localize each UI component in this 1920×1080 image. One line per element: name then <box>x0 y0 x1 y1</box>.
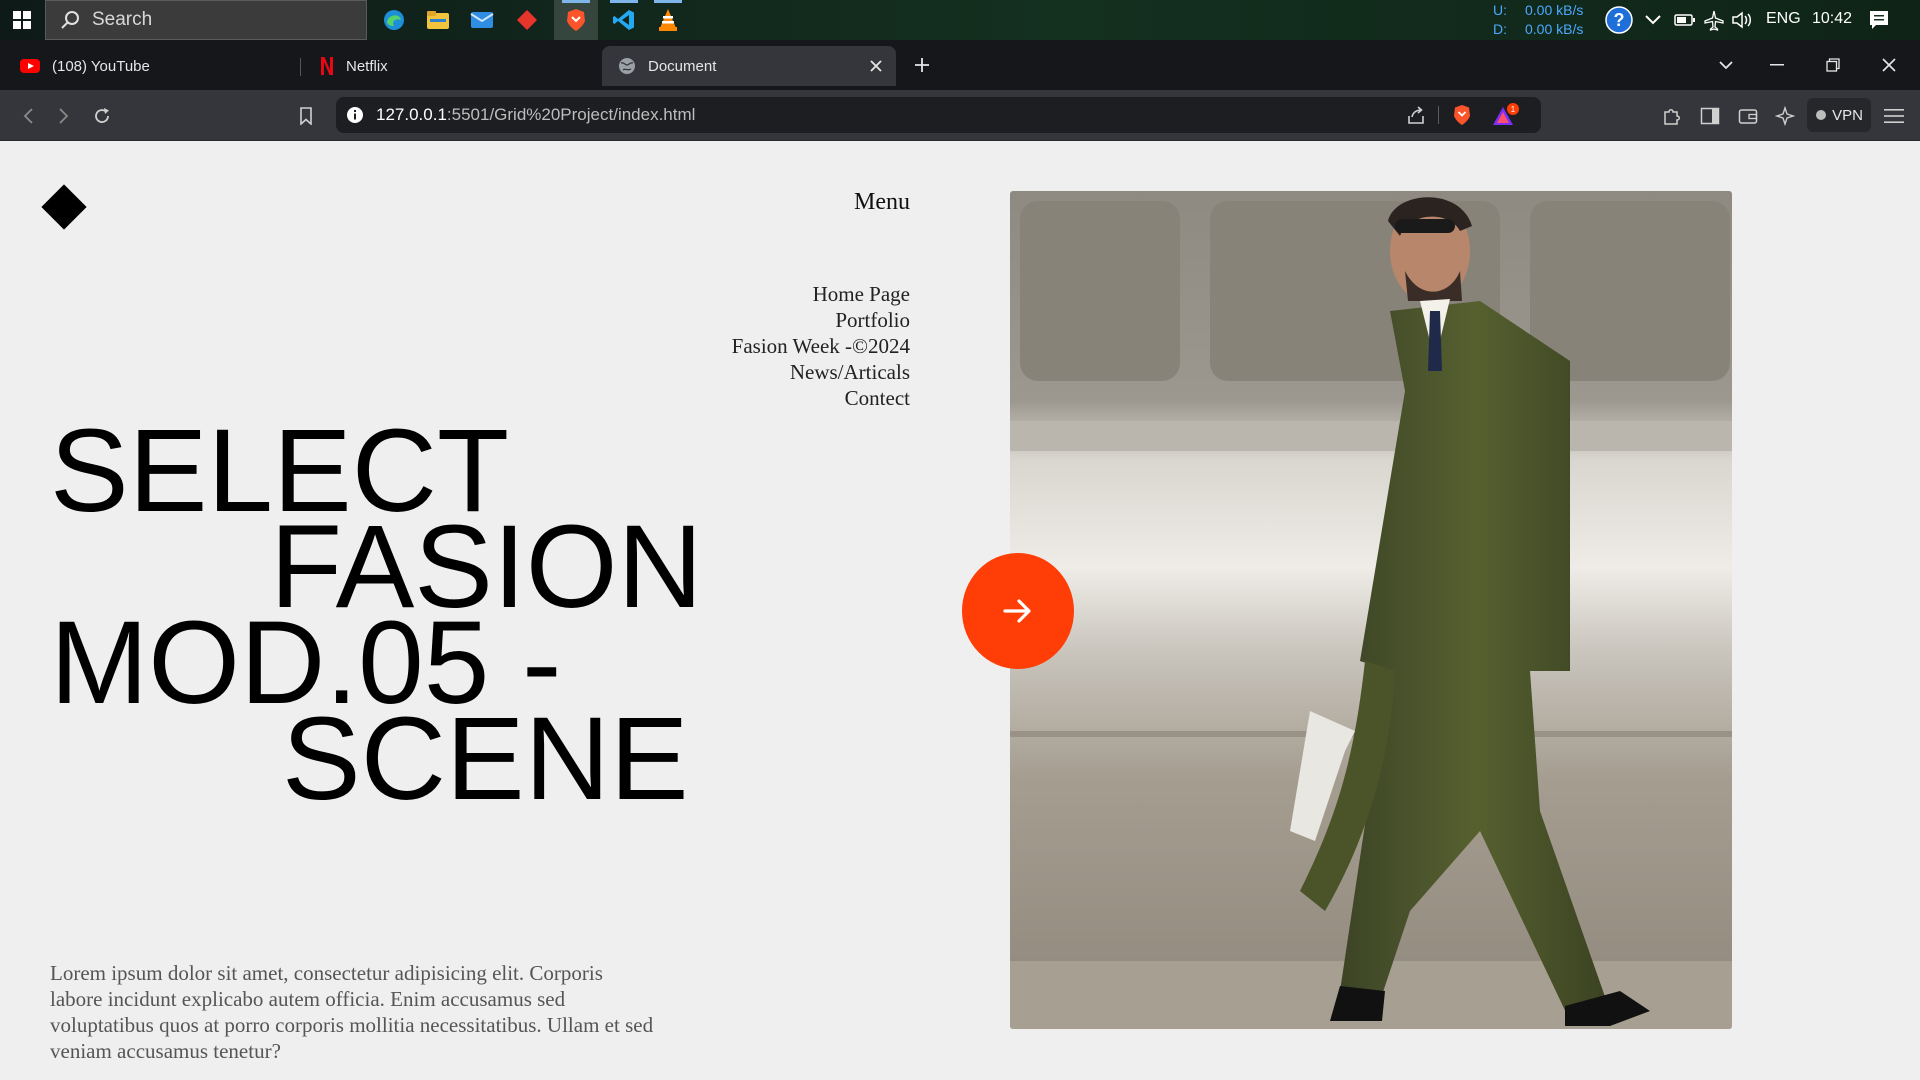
red-diamond-app-icon[interactable] <box>505 0 549 40</box>
volume-icon[interactable] <box>1731 0 1755 40</box>
notifications-icon[interactable] <box>1868 0 1890 40</box>
edge-icon[interactable] <box>372 0 416 40</box>
new-tab-button[interactable] <box>907 50 937 80</box>
sidebar-button[interactable] <box>1694 100 1726 132</box>
browser-tab-strip: (108) YouTube Netflix Document <box>0 40 1920 90</box>
language-indicator[interactable]: ENG <box>1766 10 1801 28</box>
share-icon[interactable] <box>1406 105 1426 125</box>
hero-headline: SELECT FASION MOD.05 - SCENE <box>50 412 750 825</box>
help-icon[interactable]: ? <box>1604 0 1634 40</box>
leo-ai-button[interactable] <box>1769 100 1801 132</box>
sidebar-icon <box>1700 107 1720 125</box>
nav-item-fashion-week[interactable]: Fasion Week -©2024 <box>600 333 910 359</box>
minimize-button[interactable] <box>1762 50 1792 80</box>
close-icon[interactable] <box>870 60 882 72</box>
arrow-left-icon <box>23 108 33 124</box>
url-path: :5501/Grid%20Project/index.html <box>446 105 696 124</box>
reload-icon <box>95 108 109 123</box>
browser-toolbar: 127.0.0.1:5501/Grid%20Project/index.html… <box>0 90 1920 141</box>
download-label: D: <box>1493 21 1507 37</box>
chevron-up-tray-icon[interactable] <box>1644 0 1662 40</box>
nav-item-news[interactable]: News/Articals <box>600 359 910 385</box>
running-indicator <box>610 0 638 3</box>
vlc-icon[interactable] <box>646 0 690 40</box>
upload-label: U: <box>1493 2 1507 18</box>
sparkle-icon <box>1775 106 1795 126</box>
vpn-button[interactable]: VPN <box>1807 98 1871 132</box>
restore-icon <box>1826 58 1840 72</box>
puzzle-icon <box>1664 109 1680 125</box>
tab-search-button[interactable] <box>1711 50 1741 80</box>
url-host: 127.0.0.1 <box>376 105 447 124</box>
url-text[interactable]: 127.0.0.1:5501/Grid%20Project/index.html <box>376 105 695 125</box>
active-indicator <box>562 0 590 3</box>
bookmark-button[interactable] <box>290 100 322 132</box>
hamburger-menu-icon <box>1884 109 1904 123</box>
wallet-icon <box>1738 109 1758 124</box>
mail-icon[interactable] <box>460 0 504 40</box>
upload-speed: 0.00 kB/s <box>1525 2 1584 18</box>
wallet-button[interactable] <box>1732 100 1764 132</box>
taskbar-search[interactable]: Search <box>45 0 367 40</box>
site-info-icon[interactable] <box>346 106 364 124</box>
tab-document[interactable]: Document <box>602 46 896 86</box>
vscode-icon[interactable] <box>602 0 646 40</box>
headline-line: SCENE <box>282 693 689 825</box>
bookmark-icon <box>300 107 312 125</box>
arrow-right-icon <box>1003 599 1031 623</box>
brave-shields-icon[interactable] <box>1452 104 1472 126</box>
windows-taskbar: Search U: 0.00 kB/s D: 0.00 kB/s ? ENG 1… <box>0 0 1920 40</box>
tab-label: (108) YouTube <box>52 57 150 75</box>
browser-menu-button[interactable] <box>1878 100 1910 132</box>
search-icon <box>61 11 79 29</box>
nav-item-home[interactable]: Home Page <box>600 281 910 307</box>
file-explorer-icon[interactable] <box>416 0 460 40</box>
tab-youtube[interactable]: (108) YouTube <box>10 46 290 86</box>
nav-menu: Home Page Portfolio Fasion Week -©2024 N… <box>600 281 910 411</box>
logo-diamond-icon[interactable] <box>41 184 87 230</box>
tab-separator <box>300 58 301 76</box>
start-button[interactable] <box>0 0 44 40</box>
brave-taskbar-icon[interactable] <box>554 0 598 40</box>
reload-button[interactable] <box>86 100 118 132</box>
nav-item-contact[interactable]: Contect <box>600 385 910 411</box>
close-window-icon <box>1882 58 1896 72</box>
tab-label: Document <box>648 57 717 75</box>
omnibox-divider <box>1438 106 1439 124</box>
arrow-right-icon <box>59 108 69 124</box>
running-indicator <box>654 0 682 3</box>
close-window-button[interactable] <box>1874 50 1904 80</box>
netflix-icon <box>321 57 333 75</box>
forward-button[interactable] <box>48 100 80 132</box>
airplane-mode-icon[interactable] <box>1703 0 1725 40</box>
extensions-button[interactable] <box>1656 100 1688 132</box>
chevron-down-icon <box>1719 61 1733 70</box>
svg-text:?: ? <box>1614 10 1625 30</box>
restore-button[interactable] <box>1818 50 1848 80</box>
download-speed: 0.00 kB/s <box>1525 21 1584 37</box>
network-speed-widget: U: 0.00 kB/s D: 0.00 kB/s <box>1493 1 1583 39</box>
search-label: Search <box>92 9 153 30</box>
menu-title[interactable]: Menu <box>780 189 910 216</box>
vpn-status-icon <box>1816 110 1827 120</box>
minimize-icon <box>1770 64 1784 66</box>
youtube-icon <box>20 59 40 73</box>
rewards-badge-count: 1 <box>1511 105 1516 114</box>
intro-paragraph: Lorem ipsum dolor sit amet, consectetur … <box>50 961 654 1063</box>
nav-item-portfolio[interactable]: Portfolio <box>600 307 910 333</box>
next-slide-button[interactable] <box>962 553 1074 669</box>
vpn-label: VPN <box>1832 106 1863 124</box>
tab-label: Netflix <box>346 57 388 75</box>
clock-time[interactable]: 10:42 <box>1812 10 1852 28</box>
tab-netflix[interactable]: Netflix <box>310 46 590 86</box>
webpage: Menu Home Page Portfolio Fasion Week -©2… <box>0 141 1920 1080</box>
windows-logo-icon <box>13 11 31 29</box>
brave-rewards-icon[interactable]: 1 <box>1492 103 1520 129</box>
battery-icon[interactable] <box>1674 0 1696 40</box>
plus-icon <box>915 58 929 72</box>
globe-icon <box>619 58 635 74</box>
hero-photo <box>1010 191 1732 1029</box>
back-button[interactable] <box>12 100 44 132</box>
address-bar[interactable]: 127.0.0.1:5501/Grid%20Project/index.html… <box>336 97 1541 133</box>
